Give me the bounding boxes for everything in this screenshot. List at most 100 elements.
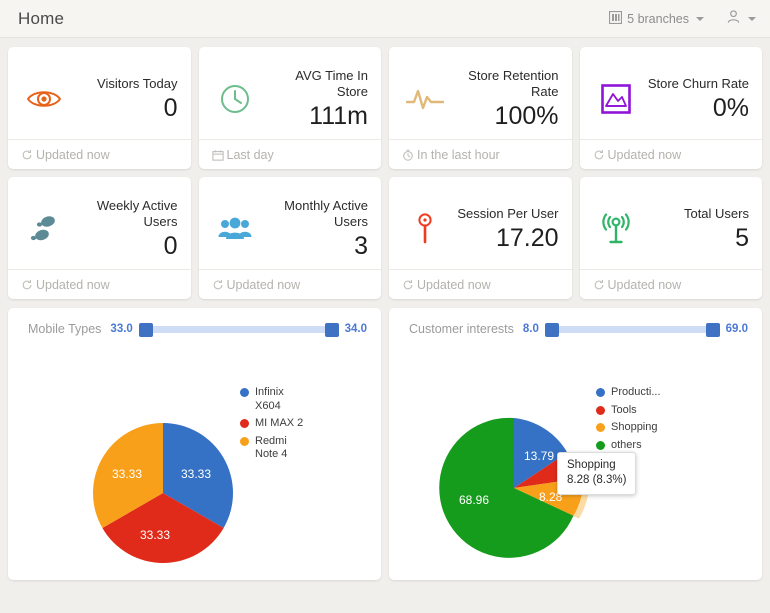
slider-max-value: 34.0: [344, 323, 367, 335]
kpi-card-store-churn-rate[interactable]: Store Churn Rate 0% Updated now: [579, 47, 763, 169]
kpi-value: 0: [163, 231, 178, 260]
slider-track[interactable]: [138, 322, 339, 337]
kpi-label: Store Retention Rate: [468, 67, 559, 99]
legend-item[interactable]: Tools: [596, 404, 661, 418]
pie-chart: 33.33 33.33 33.33: [90, 420, 236, 571]
kpi-body: Weekly Active Users 0: [8, 177, 191, 269]
kpi-footer-label: Updated now: [36, 277, 110, 292]
pie-svg: [93, 423, 233, 563]
legend-item[interactable]: Infinix X604: [240, 386, 303, 413]
kpi-label: Monthly Active Users: [284, 197, 368, 229]
kpi-value: 100%: [494, 101, 559, 130]
kpi-value: 0: [163, 93, 178, 122]
legend-color-swatch: [240, 419, 249, 428]
legend-item[interactable]: Redmi Note 4: [240, 435, 303, 462]
user-menu[interactable]: [726, 9, 756, 29]
kpi-grid: Visitors Today 0 Updated now AVG Time In…: [0, 38, 770, 299]
kpi-footer: Updated now: [389, 269, 572, 299]
slider-thumb-min[interactable]: [544, 322, 559, 337]
slider-track[interactable]: [544, 322, 720, 337]
kpi-text: Total Users 5: [639, 206, 749, 253]
refresh-icon: [212, 279, 224, 291]
map-pin-icon: [402, 206, 448, 252]
kpi-value: 3: [354, 231, 368, 260]
kpi-footer-label: Updated now: [36, 147, 110, 162]
page-title: Home: [18, 8, 65, 28]
kpi-text: AVG Time In Store 111m: [258, 67, 368, 131]
kpi-text: Visitors Today 0: [67, 76, 178, 123]
kpi-label: Session Per User: [457, 205, 559, 221]
kpi-value: 5: [735, 223, 749, 252]
kpi-card-session-per-user[interactable]: Session Per User 17.20 Updated now: [389, 177, 572, 299]
kpi-label: Weekly Active Users: [96, 197, 178, 229]
kpi-footer: Updated now: [579, 139, 762, 169]
top-header: Home 5 branches: [0, 0, 770, 38]
kpi-footer-label: Updated now: [417, 277, 491, 292]
legend-item[interactable]: Shopping: [596, 421, 661, 435]
mobile-types-range-slider[interactable]: 33.0 34.0: [110, 322, 367, 337]
panel-mobile-types: Mobile Types 33.0 34.0 Infinix X604 MI M…: [8, 308, 381, 580]
slider-thumb-max[interactable]: [705, 322, 720, 337]
store-icon: [609, 10, 623, 27]
kpi-text: Session Per User 17.20: [448, 205, 559, 253]
legend-color-swatch: [240, 388, 249, 397]
kpi-text: Monthly Active Users 3: [258, 197, 368, 261]
tooltip-title: Shopping: [567, 459, 616, 471]
kpi-card-weekly-active-users[interactable]: Weekly Active Users 0 Updated now: [8, 177, 191, 299]
kpi-footer: Updated now: [198, 269, 381, 299]
slider-max-value: 69.0: [725, 323, 748, 335]
eye-icon: [21, 76, 67, 122]
kpi-body: Session Per User 17.20: [389, 177, 572, 269]
legend-item[interactable]: MI MAX 2: [240, 417, 303, 431]
kpi-body: Store Churn Rate 0%: [580, 47, 763, 139]
kpi-footer-label: In the last hour: [417, 147, 500, 162]
kpi-label: AVG Time In Store: [295, 67, 368, 99]
legend-label: others: [611, 438, 642, 451]
chevron-down-icon: [748, 16, 756, 21]
tooltip-value: 8.28 (8.3%): [567, 474, 627, 486]
panel-title: Customer interests: [409, 322, 514, 336]
legend-color-swatch: [596, 423, 605, 432]
slider-min-value: 8.0: [522, 323, 539, 335]
legend-label: Producti...: [611, 386, 661, 398]
kpi-footer-label: Updated now: [226, 277, 301, 292]
mobile-types-chart: Infinix X604 MI MAX 2 Redmi Note 4 33.33…: [8, 336, 381, 568]
kpi-body: Store Retention Rate 100%: [389, 47, 572, 139]
customer-interests-range-slider[interactable]: 8.0 69.0: [522, 322, 748, 337]
kpi-label: Store Churn Rate: [647, 75, 749, 91]
kpi-card-store-retention-rate[interactable]: Store Retention Rate 100% In the last ho…: [389, 47, 572, 169]
kpi-value: 0%: [712, 93, 749, 122]
refresh-icon: [593, 279, 605, 291]
chart-legend: Producti... Tools Shopping others: [596, 386, 661, 456]
branches-dropdown[interactable]: 5 branches: [609, 10, 704, 27]
customer-interests-chart: Producti... Tools Shopping others 13.79 …: [389, 336, 762, 568]
kpi-card-visitors-today[interactable]: Visitors Today 0 Updated now: [8, 47, 191, 169]
kpi-card-monthly-active-users[interactable]: Monthly Active Users 3 Updated now: [198, 177, 381, 299]
branches-label: 5 branches: [627, 11, 689, 26]
legend-label: Redmi Note 4: [255, 434, 288, 461]
chart-tooltip: Shopping 8.28 (8.3%): [557, 452, 637, 495]
panel-header: Customer interests 8.0 69.0: [389, 308, 762, 337]
kpi-footer: Last day: [198, 139, 381, 169]
kpi-footer-label: Updated now: [607, 147, 682, 162]
kpi-footer: Updated now: [8, 269, 191, 299]
kpi-text: Store Churn Rate 0%: [639, 75, 749, 123]
kpi-body: Visitors Today 0: [8, 47, 191, 139]
stopwatch-icon: [402, 149, 414, 161]
kpi-body: AVG Time In Store 111m: [199, 47, 382, 139]
slider-thumb-max[interactable]: [324, 322, 339, 337]
legend-label: Tools: [611, 403, 637, 416]
legend-label: Shopping: [611, 421, 658, 433]
legend-item[interactable]: Producti...: [596, 386, 661, 400]
slider-thumb-min[interactable]: [138, 322, 153, 337]
kpi-card-total-users[interactable]: Total Users 5 Updated now: [579, 177, 762, 299]
panel-header: Mobile Types 33.0 34.0: [8, 308, 381, 337]
slider-min-value: 33.0: [110, 323, 133, 335]
legend-label: Infinix X604: [255, 386, 284, 412]
legend-item[interactable]: others: [596, 439, 661, 453]
kpi-footer: In the last hour: [389, 139, 572, 169]
panel-title: Mobile Types: [28, 322, 102, 336]
chart-panels: Mobile Types 33.0 34.0 Infinix X604 MI M…: [0, 299, 770, 588]
kpi-card-avg-time-in-store[interactable]: AVG Time In Store 111m Last day: [198, 47, 382, 169]
panel-customer-interests: Customer interests 8.0 69.0 Producti...: [389, 308, 762, 580]
